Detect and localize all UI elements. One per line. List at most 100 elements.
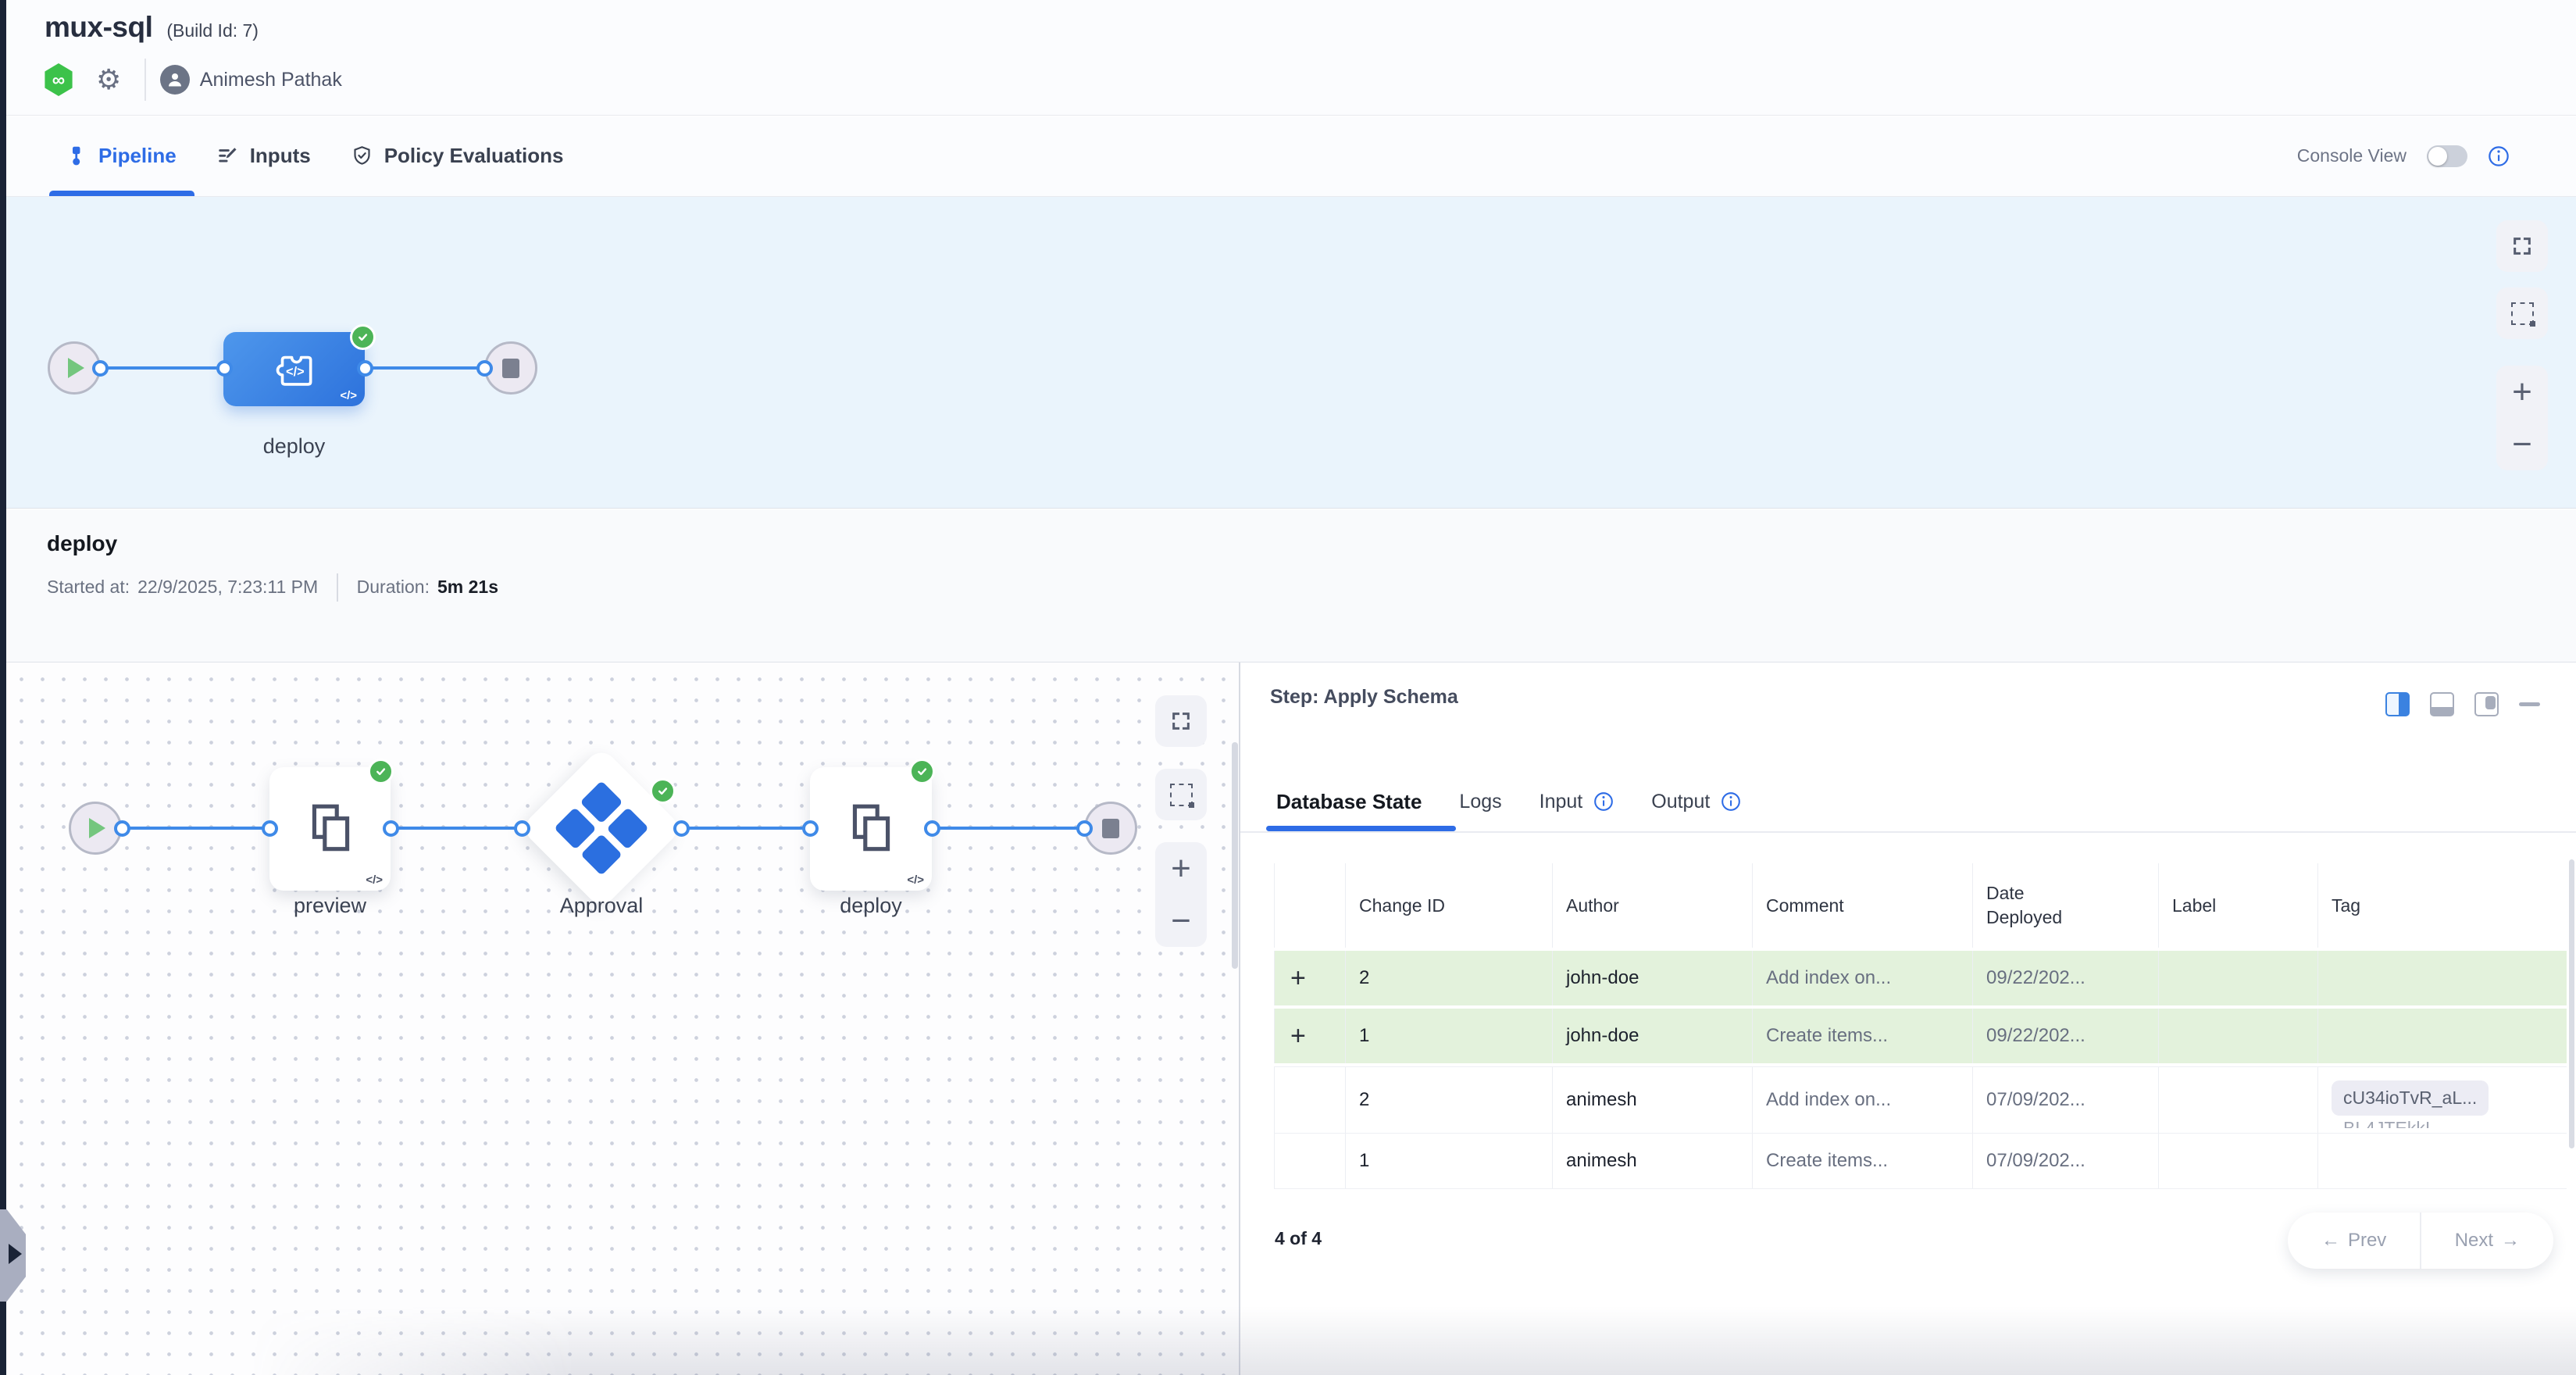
pipeline-canvas-lower[interactable]: </> </> preview Approval deploy <box>6 662 1239 1375</box>
port[interactable] <box>514 820 530 837</box>
cell-tag <box>2317 951 2567 1005</box>
edge <box>365 366 491 370</box>
stop-icon <box>502 359 519 378</box>
selection-icon <box>1170 784 1193 806</box>
layout-bottom-button[interactable] <box>2430 692 2454 716</box>
zoom-in-button[interactable]: + <box>1171 852 1191 886</box>
tab-policy-evaluations[interactable]: Policy Evaluations <box>351 144 564 168</box>
zoom-out-button[interactable]: − <box>2512 427 2532 462</box>
port[interactable] <box>262 820 278 837</box>
table-row[interactable]: + 2 john-doe Add index on... 09/22/202..… <box>1274 951 2567 1005</box>
table-header-cell: Label <box>2158 863 2317 948</box>
cell-label <box>2158 1009 2317 1063</box>
panel-scrollbar[interactable] <box>2569 859 2574 1148</box>
svg-text:</>: </> <box>286 364 305 378</box>
inputs-tab-icon <box>217 145 238 166</box>
cell-comment: Add index on... <box>1752 1067 1972 1133</box>
node-status-badge <box>909 759 935 784</box>
port[interactable] <box>476 360 493 377</box>
port[interactable] <box>802 820 819 837</box>
table-row[interactable]: 1 animesh Create items... 07/09/202... <box>1274 1133 2567 1189</box>
port[interactable] <box>1076 820 1093 837</box>
cell-label <box>2158 951 2317 1005</box>
layout-right-button[interactable] <box>2474 692 2499 716</box>
step-info-strip: deploy Started at: 22/9/2025, 7:23:11 PM… <box>6 509 2576 662</box>
settings-gear-icon[interactable]: ⚙ <box>96 66 121 94</box>
cell-label <box>2158 1134 2317 1188</box>
collapse-panel-button[interactable] <box>2519 702 2540 706</box>
node-status-badge <box>350 324 376 350</box>
duration-value: 5m 21s <box>437 577 498 598</box>
row-expander[interactable]: + <box>1288 1021 1306 1052</box>
tab-pipeline[interactable]: Pipeline <box>66 144 177 168</box>
layout-split-button[interactable] <box>2385 692 2410 716</box>
port[interactable] <box>673 820 690 837</box>
zoom-out-button[interactable]: − <box>1171 904 1191 938</box>
node-deploy[interactable]: </> </> <box>223 332 365 406</box>
port[interactable] <box>114 820 130 837</box>
deploy-node-icon <box>842 800 900 858</box>
cell-date: 07/09/202... <box>1972 1134 2158 1188</box>
toggle-knob <box>2428 147 2447 166</box>
cell-date: 09/22/202... <box>1972 951 2158 1005</box>
next-button[interactable]: Next → <box>2421 1212 2553 1269</box>
console-view-label: Console View <box>2297 145 2407 166</box>
custom-code-node-icon: </> <box>270 345 319 394</box>
zoom-in-button[interactable]: + <box>2512 375 2532 409</box>
tab-output[interactable]: Output <box>1651 791 1741 813</box>
step-info-meta: Started at: 22/9/2025, 7:23:11 PM Durati… <box>47 573 498 602</box>
table-header-row: Change ID Author Comment Date Deployed L… <box>1274 863 2567 948</box>
started-label: Started at: <box>47 577 130 598</box>
tab-inputs[interactable]: Inputs <box>217 144 311 168</box>
port[interactable] <box>216 360 233 377</box>
tab-output-label: Output <box>1651 791 1710 813</box>
meta-divider <box>337 573 338 602</box>
tab-input[interactable]: Input <box>1540 791 1614 813</box>
table-header-cell: Tag <box>2317 863 2567 948</box>
port[interactable] <box>924 820 940 837</box>
node-label: Approval <box>544 894 659 918</box>
stop-icon <box>1102 819 1119 838</box>
table-row[interactable]: + 1 john-doe Create items... 09/22/202..… <box>1274 1009 2567 1063</box>
node-preview[interactable]: </> <box>269 767 391 891</box>
cell-date: 07/09/202... <box>1972 1067 2158 1133</box>
console-info-icon[interactable] <box>2488 145 2510 167</box>
pipeline-canvas-top[interactable]: </> </> deploy + − <box>6 197 2576 509</box>
node-deploy-lower[interactable]: </> <box>810 767 932 891</box>
row-expander[interactable]: + <box>1288 963 1306 994</box>
node-status-badge <box>368 759 394 784</box>
duration-label: Duration: <box>357 577 430 598</box>
tab-database-state[interactable]: Database State <box>1276 790 1422 814</box>
database-state-table: Change ID Author Comment Date Deployed L… <box>1274 863 2567 1189</box>
selection-icon <box>2511 302 2534 325</box>
preview-node-icon <box>301 800 359 858</box>
page-title: mux-sql <box>45 11 152 44</box>
table-row[interactable]: 2 animesh Add index on... 07/09/202... c… <box>1274 1066 2567 1133</box>
prev-button[interactable]: ← Prev <box>2288 1212 2420 1269</box>
fullscreen-button[interactable] <box>1155 695 1207 747</box>
port[interactable] <box>383 820 399 837</box>
pipeline-tab-icon <box>66 145 87 166</box>
code-badge: </> <box>907 873 924 887</box>
select-region-button[interactable] <box>2496 288 2548 339</box>
port[interactable] <box>92 360 109 377</box>
select-region-button[interactable] <box>1155 769 1207 820</box>
cell-change-id: 2 <box>1345 1067 1552 1133</box>
console-view-toggle[interactable] <box>2427 145 2467 167</box>
port[interactable] <box>357 360 373 377</box>
fullscreen-button[interactable] <box>2496 220 2548 272</box>
canvas-scrollbar[interactable] <box>1232 742 1238 969</box>
tag-chip[interactable]: cU34ioTvR_aL... <box>2332 1080 2489 1116</box>
node-status-badge <box>650 778 676 804</box>
main-tabbar: Pipeline Inputs Policy Evaluations Conso… <box>6 116 2576 197</box>
tab-logs-label: Logs <box>1459 791 1501 813</box>
table-header-cell: Change ID <box>1345 863 1552 948</box>
cell-author: john-doe <box>1552 951 1752 1005</box>
input-info-icon[interactable] <box>1593 791 1614 812</box>
cell-date: 09/22/202... <box>1972 1009 2158 1063</box>
title-row: mux-sql (Build Id: 7) <box>45 11 259 44</box>
edge <box>100 366 230 370</box>
policy-shield-icon <box>351 145 373 166</box>
tab-logs[interactable]: Logs <box>1459 791 1501 813</box>
output-info-icon[interactable] <box>1721 791 1741 812</box>
